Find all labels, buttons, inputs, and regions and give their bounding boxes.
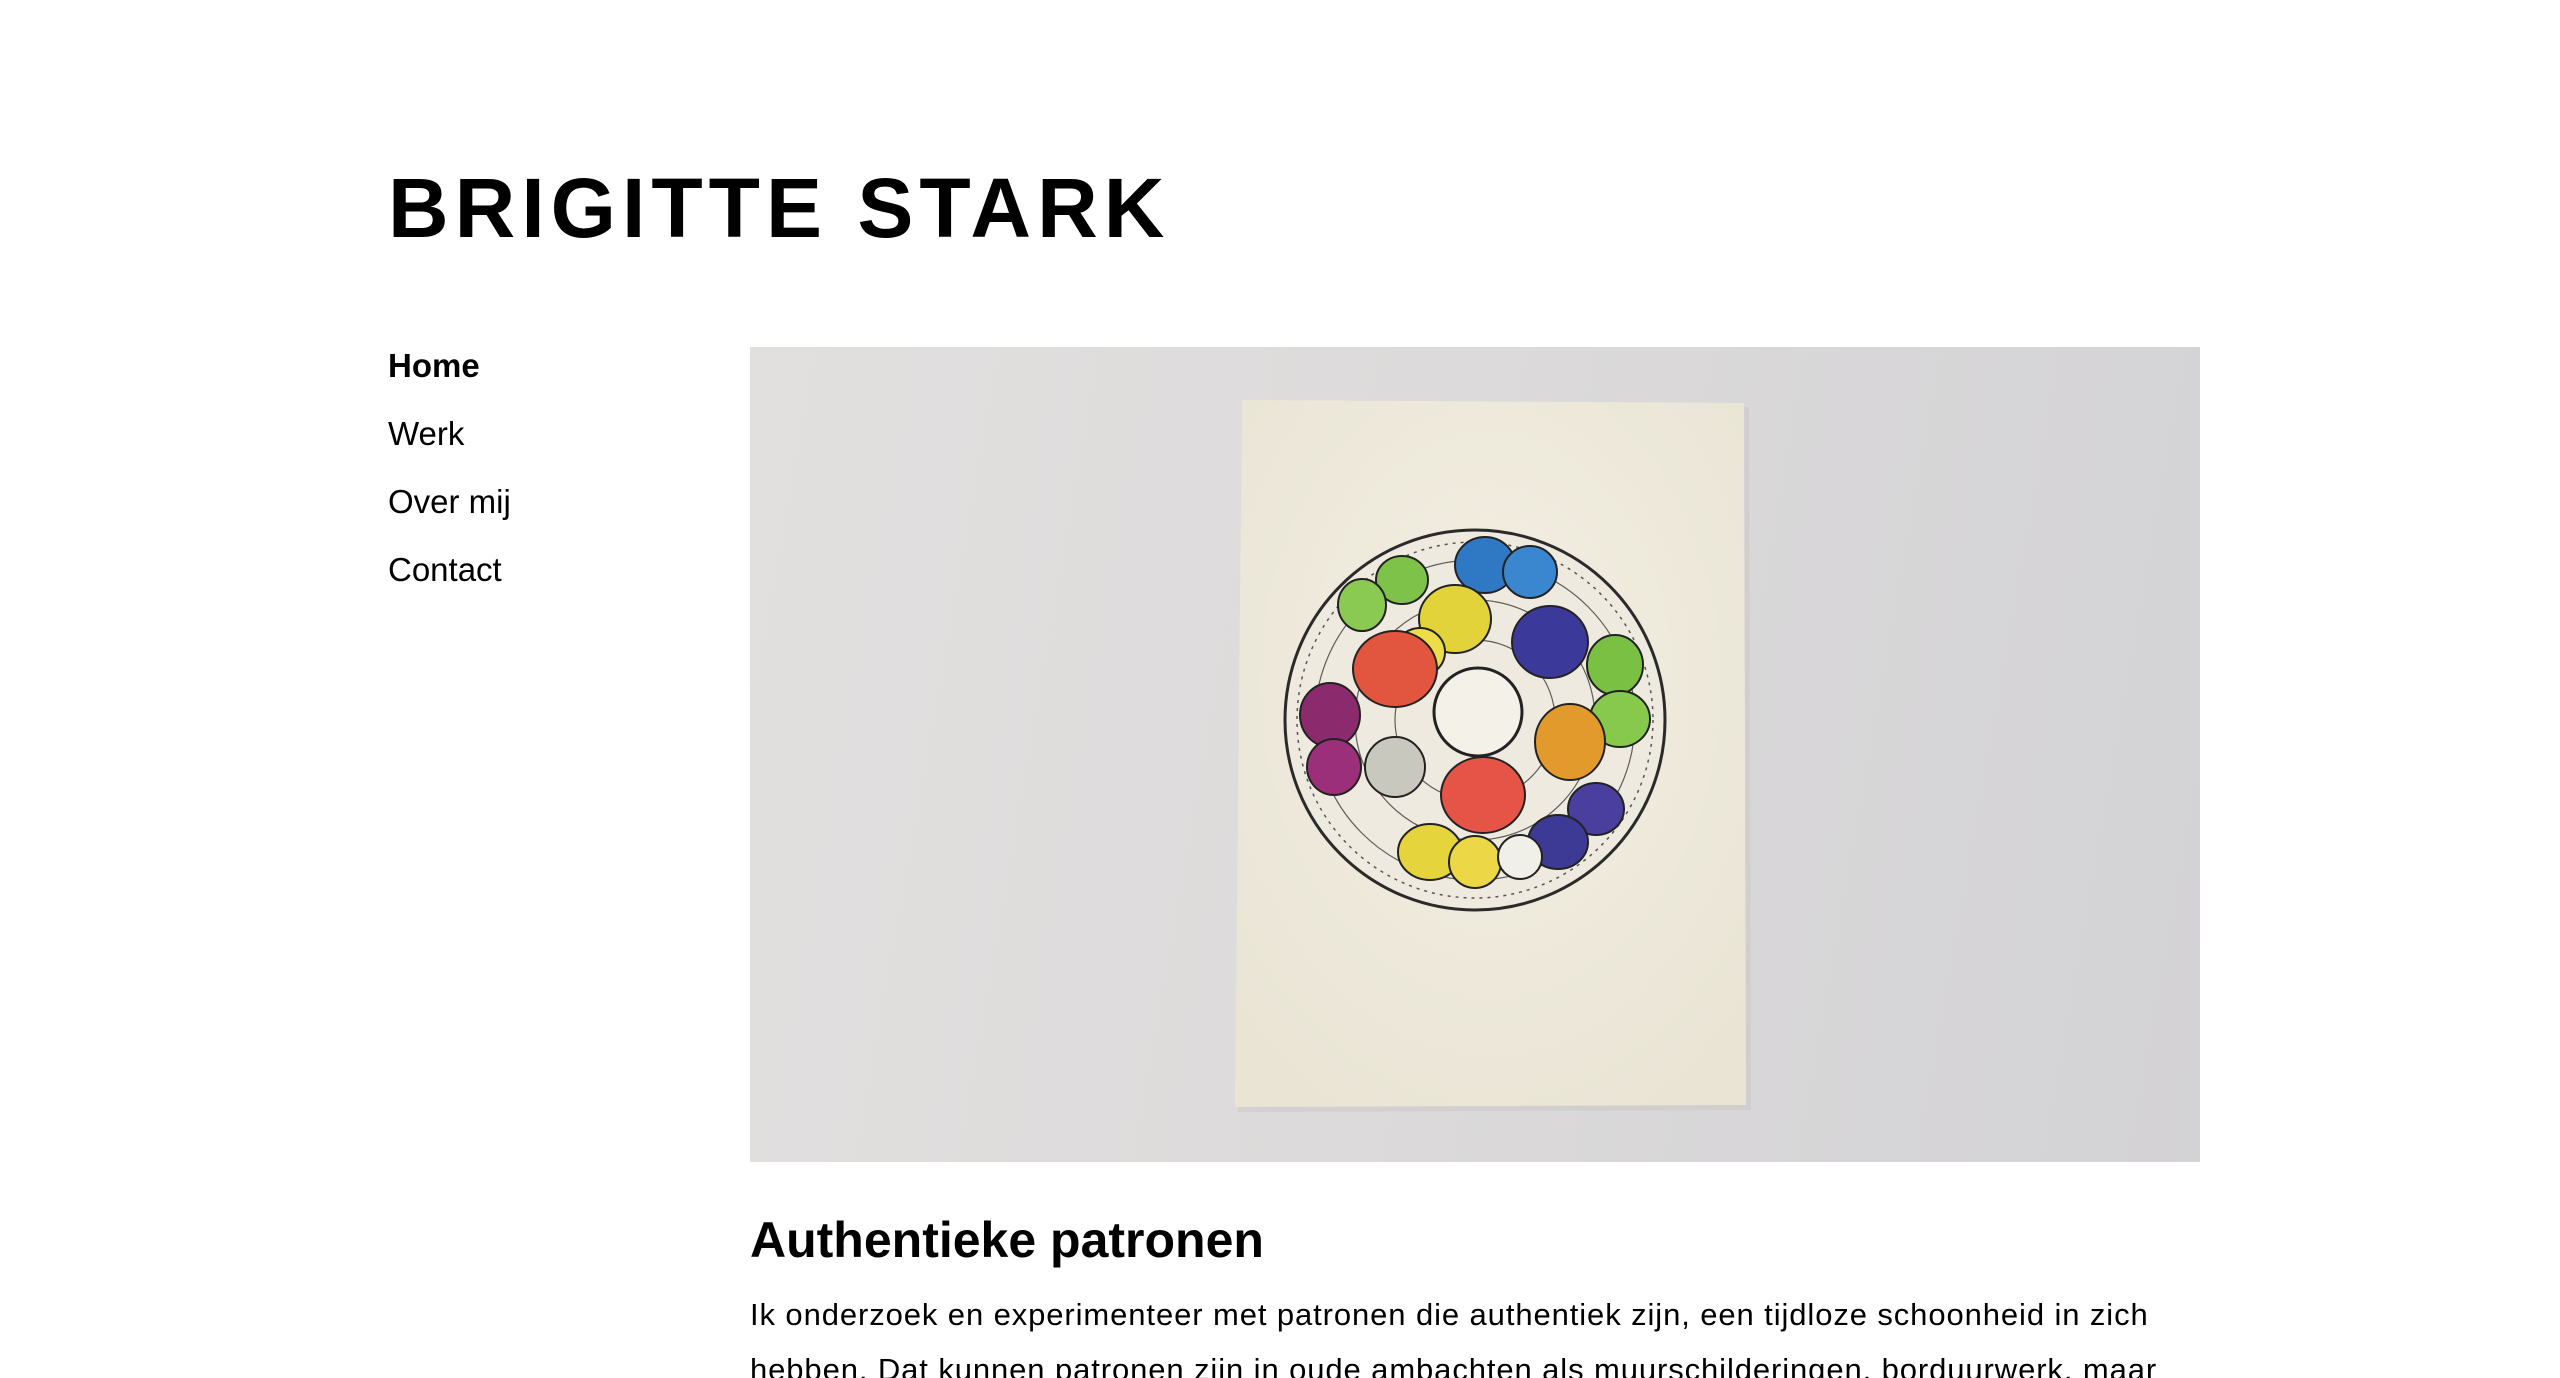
intro-paragraph: Ik onderzoek en experimenteer met patron…	[750, 1297, 2158, 1378]
nav-item-contact: Contact	[388, 546, 511, 614]
nav-link-contact[interactable]: Contact	[388, 551, 502, 588]
nav-item-over-mij: Over mij	[388, 478, 511, 546]
main-nav: Home Werk Over mij Contact	[388, 342, 511, 614]
nav-item-home: Home	[388, 342, 511, 410]
nav-link-over-mij[interactable]: Over mij	[388, 483, 511, 520]
page: BRIGITTE STARK Home Werk Over mij Contac…	[0, 0, 2560, 1378]
hero-artwork-image	[750, 347, 2200, 1162]
nav-item-werk: Werk	[388, 410, 511, 478]
nav-link-werk[interactable]: Werk	[388, 415, 464, 452]
artwork-illustration	[1235, 400, 1751, 1112]
mandala-drawing	[1283, 528, 1667, 912]
nav-link-home[interactable]: Home	[388, 347, 480, 384]
site-title[interactable]: BRIGITTE STARK	[388, 158, 1170, 258]
section-heading: Authentieke patronen	[750, 1212, 1264, 1268]
